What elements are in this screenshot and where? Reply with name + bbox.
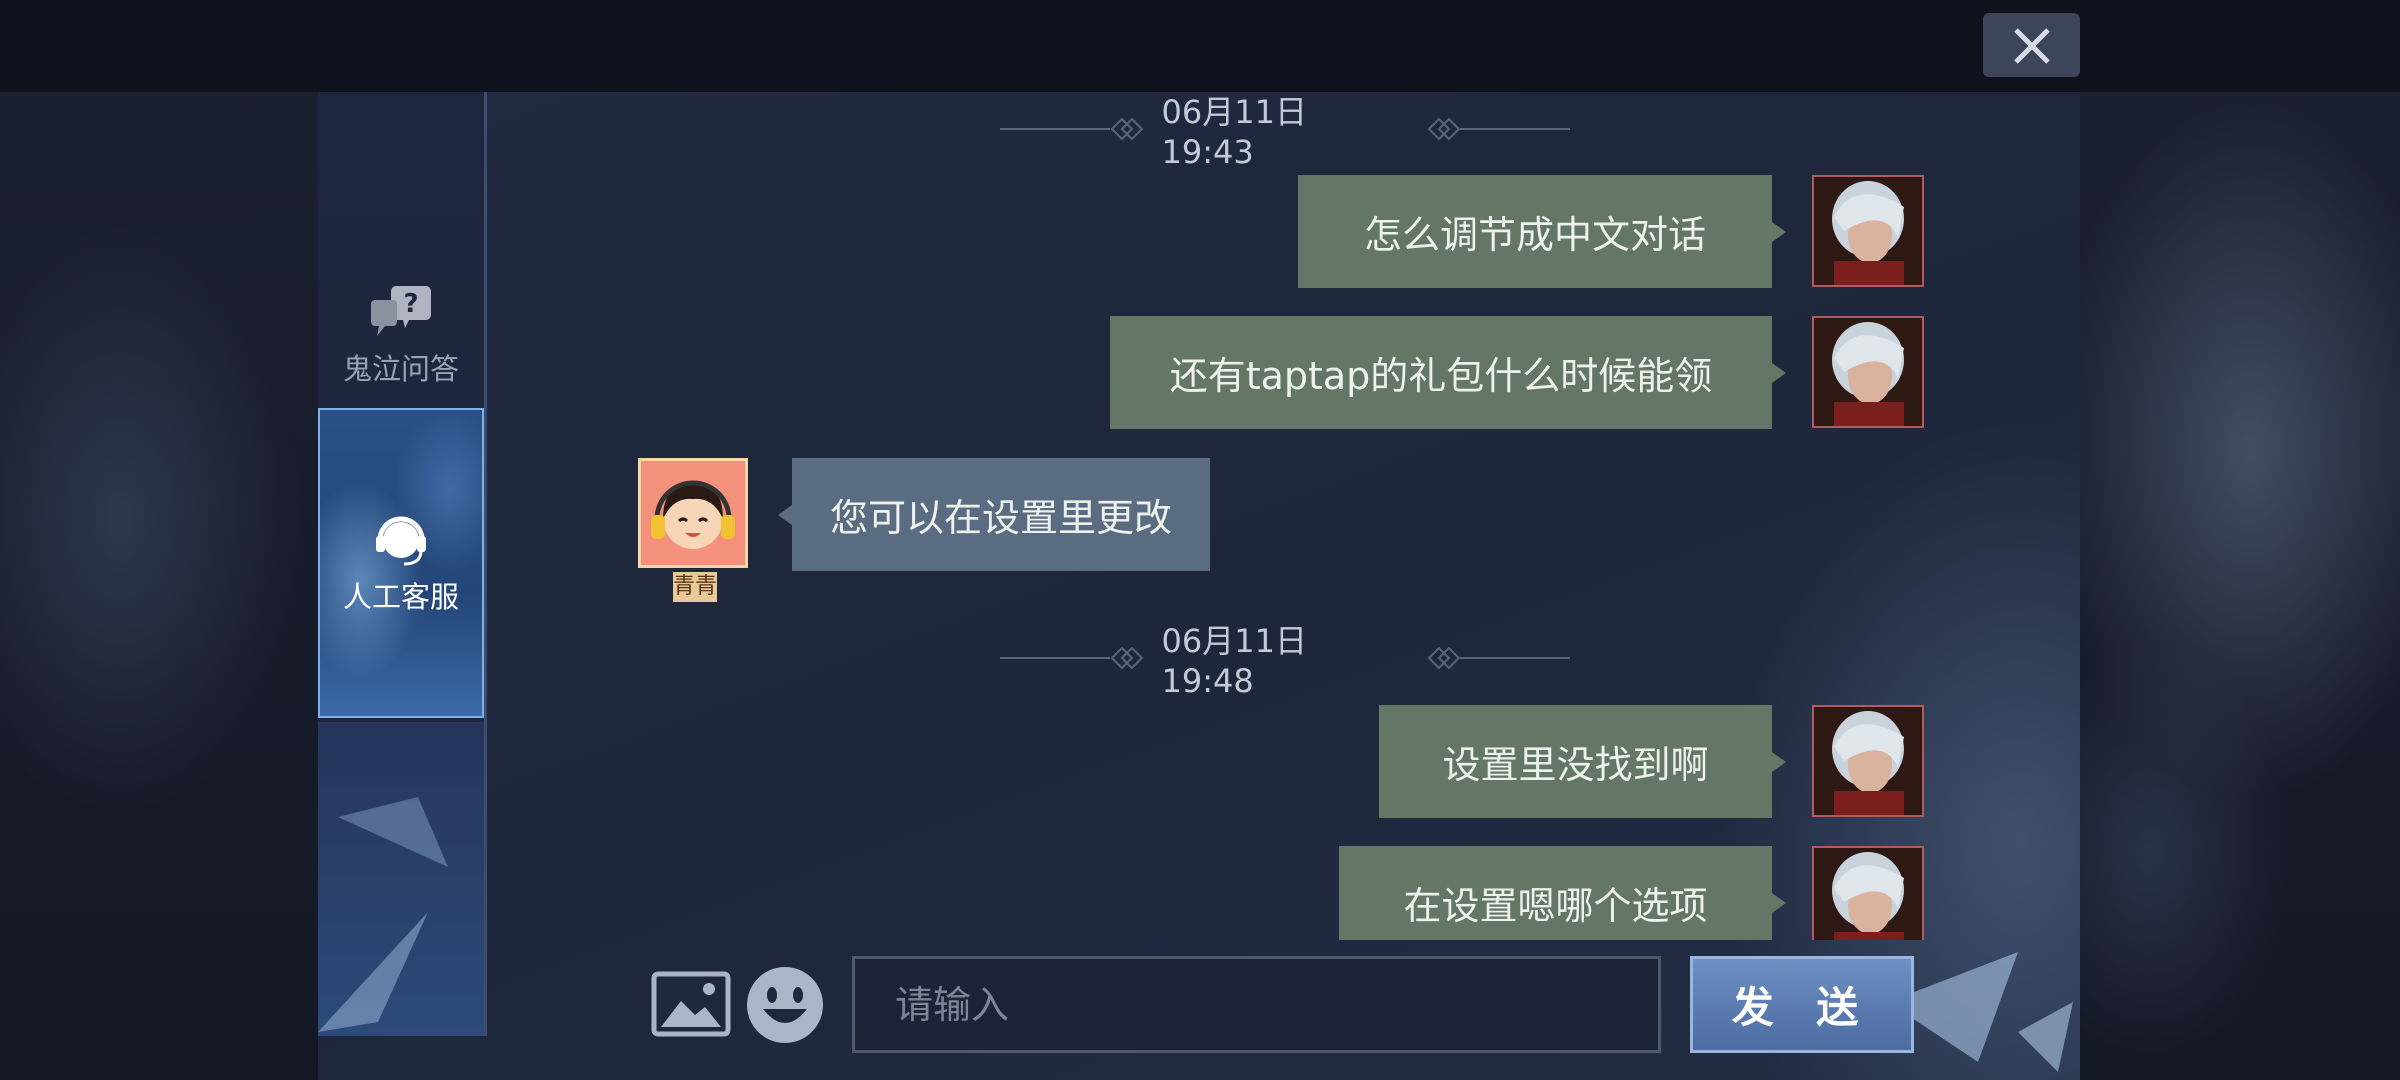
timestamp-text: 06月11日 19:43 — [1161, 93, 1307, 171]
message-text: 您可以在设置里更改 — [830, 496, 1173, 540]
timestamp-divider: 06月11日 19:48 — [1000, 622, 1571, 700]
message-row-partial: 在设置嗯哪个选项 — [1300, 846, 1930, 940]
nav-label-faq: 鬼泣问答 — [342, 352, 459, 386]
user-avatar[interactable] — [1812, 705, 1924, 817]
message-bubble-outgoing[interactable]: 设置里没找到啊 — [1379, 705, 1786, 818]
nav-item-faq[interactable]: ? 鬼泣问答 — [318, 192, 484, 392]
timestamp-text: 06月11日 19:48 — [1161, 622, 1307, 700]
top-bar — [0, 0, 2400, 92]
emoji-icon — [747, 967, 823, 1043]
side-nav: ? 鬼泣问答 人工客服 — [318, 92, 487, 1036]
message-text: 在设置嗯哪个选项 — [1403, 884, 1708, 928]
message-text: 怎么调节成中文对话 — [1363, 213, 1706, 257]
message-text: 还有taptap的礼包什么时候能领 — [1169, 354, 1713, 398]
headset-icon — [376, 516, 426, 566]
agent-avatar[interactable] — [638, 458, 748, 568]
message-bubble-incoming[interactable]: 您可以在设置里更改 — [778, 458, 1210, 571]
message-bubble-outgoing[interactable]: 在设置嗯哪个选项 — [1339, 846, 1786, 940]
nav-label-customer-service: 人工客服 — [342, 580, 459, 614]
user-avatar[interactable] — [1812, 175, 1924, 287]
message-input[interactable] — [852, 956, 1661, 1053]
user-avatar[interactable] — [1812, 846, 1924, 940]
close-button[interactable] — [1983, 13, 2080, 77]
image-button[interactable] — [651, 971, 731, 1037]
message-bubble-outgoing[interactable]: 还有taptap的礼包什么时候能领 — [1110, 316, 1786, 429]
diamond-ornament-icon — [1110, 646, 1143, 670]
image-icon — [651, 971, 731, 1037]
nav-item-customer-service[interactable]: 人工客服 — [318, 408, 484, 718]
user-avatar[interactable] — [1812, 316, 1924, 428]
message-bubble-outgoing[interactable]: 怎么调节成中文对话 — [1298, 175, 1786, 288]
svg-text:?: ? — [403, 289, 418, 319]
message-text: 设置里没找到啊 — [1442, 743, 1709, 787]
emoji-button[interactable] — [745, 965, 825, 1045]
agent-name-tag: 青青 — [673, 572, 717, 602]
diamond-ornament-icon — [1110, 117, 1143, 141]
send-button[interactable]: 发 送 — [1690, 956, 1914, 1053]
question-chat-icon: ? — [371, 286, 431, 336]
nav-decoration — [318, 722, 484, 1036]
ice-shard-decoration — [318, 797, 448, 1032]
close-icon — [2014, 28, 2050, 64]
timestamp-divider: 06月11日 19:43 — [1000, 93, 1571, 171]
diamond-ornament-icon — [1427, 646, 1460, 670]
diamond-ornament-icon — [1427, 117, 1460, 141]
